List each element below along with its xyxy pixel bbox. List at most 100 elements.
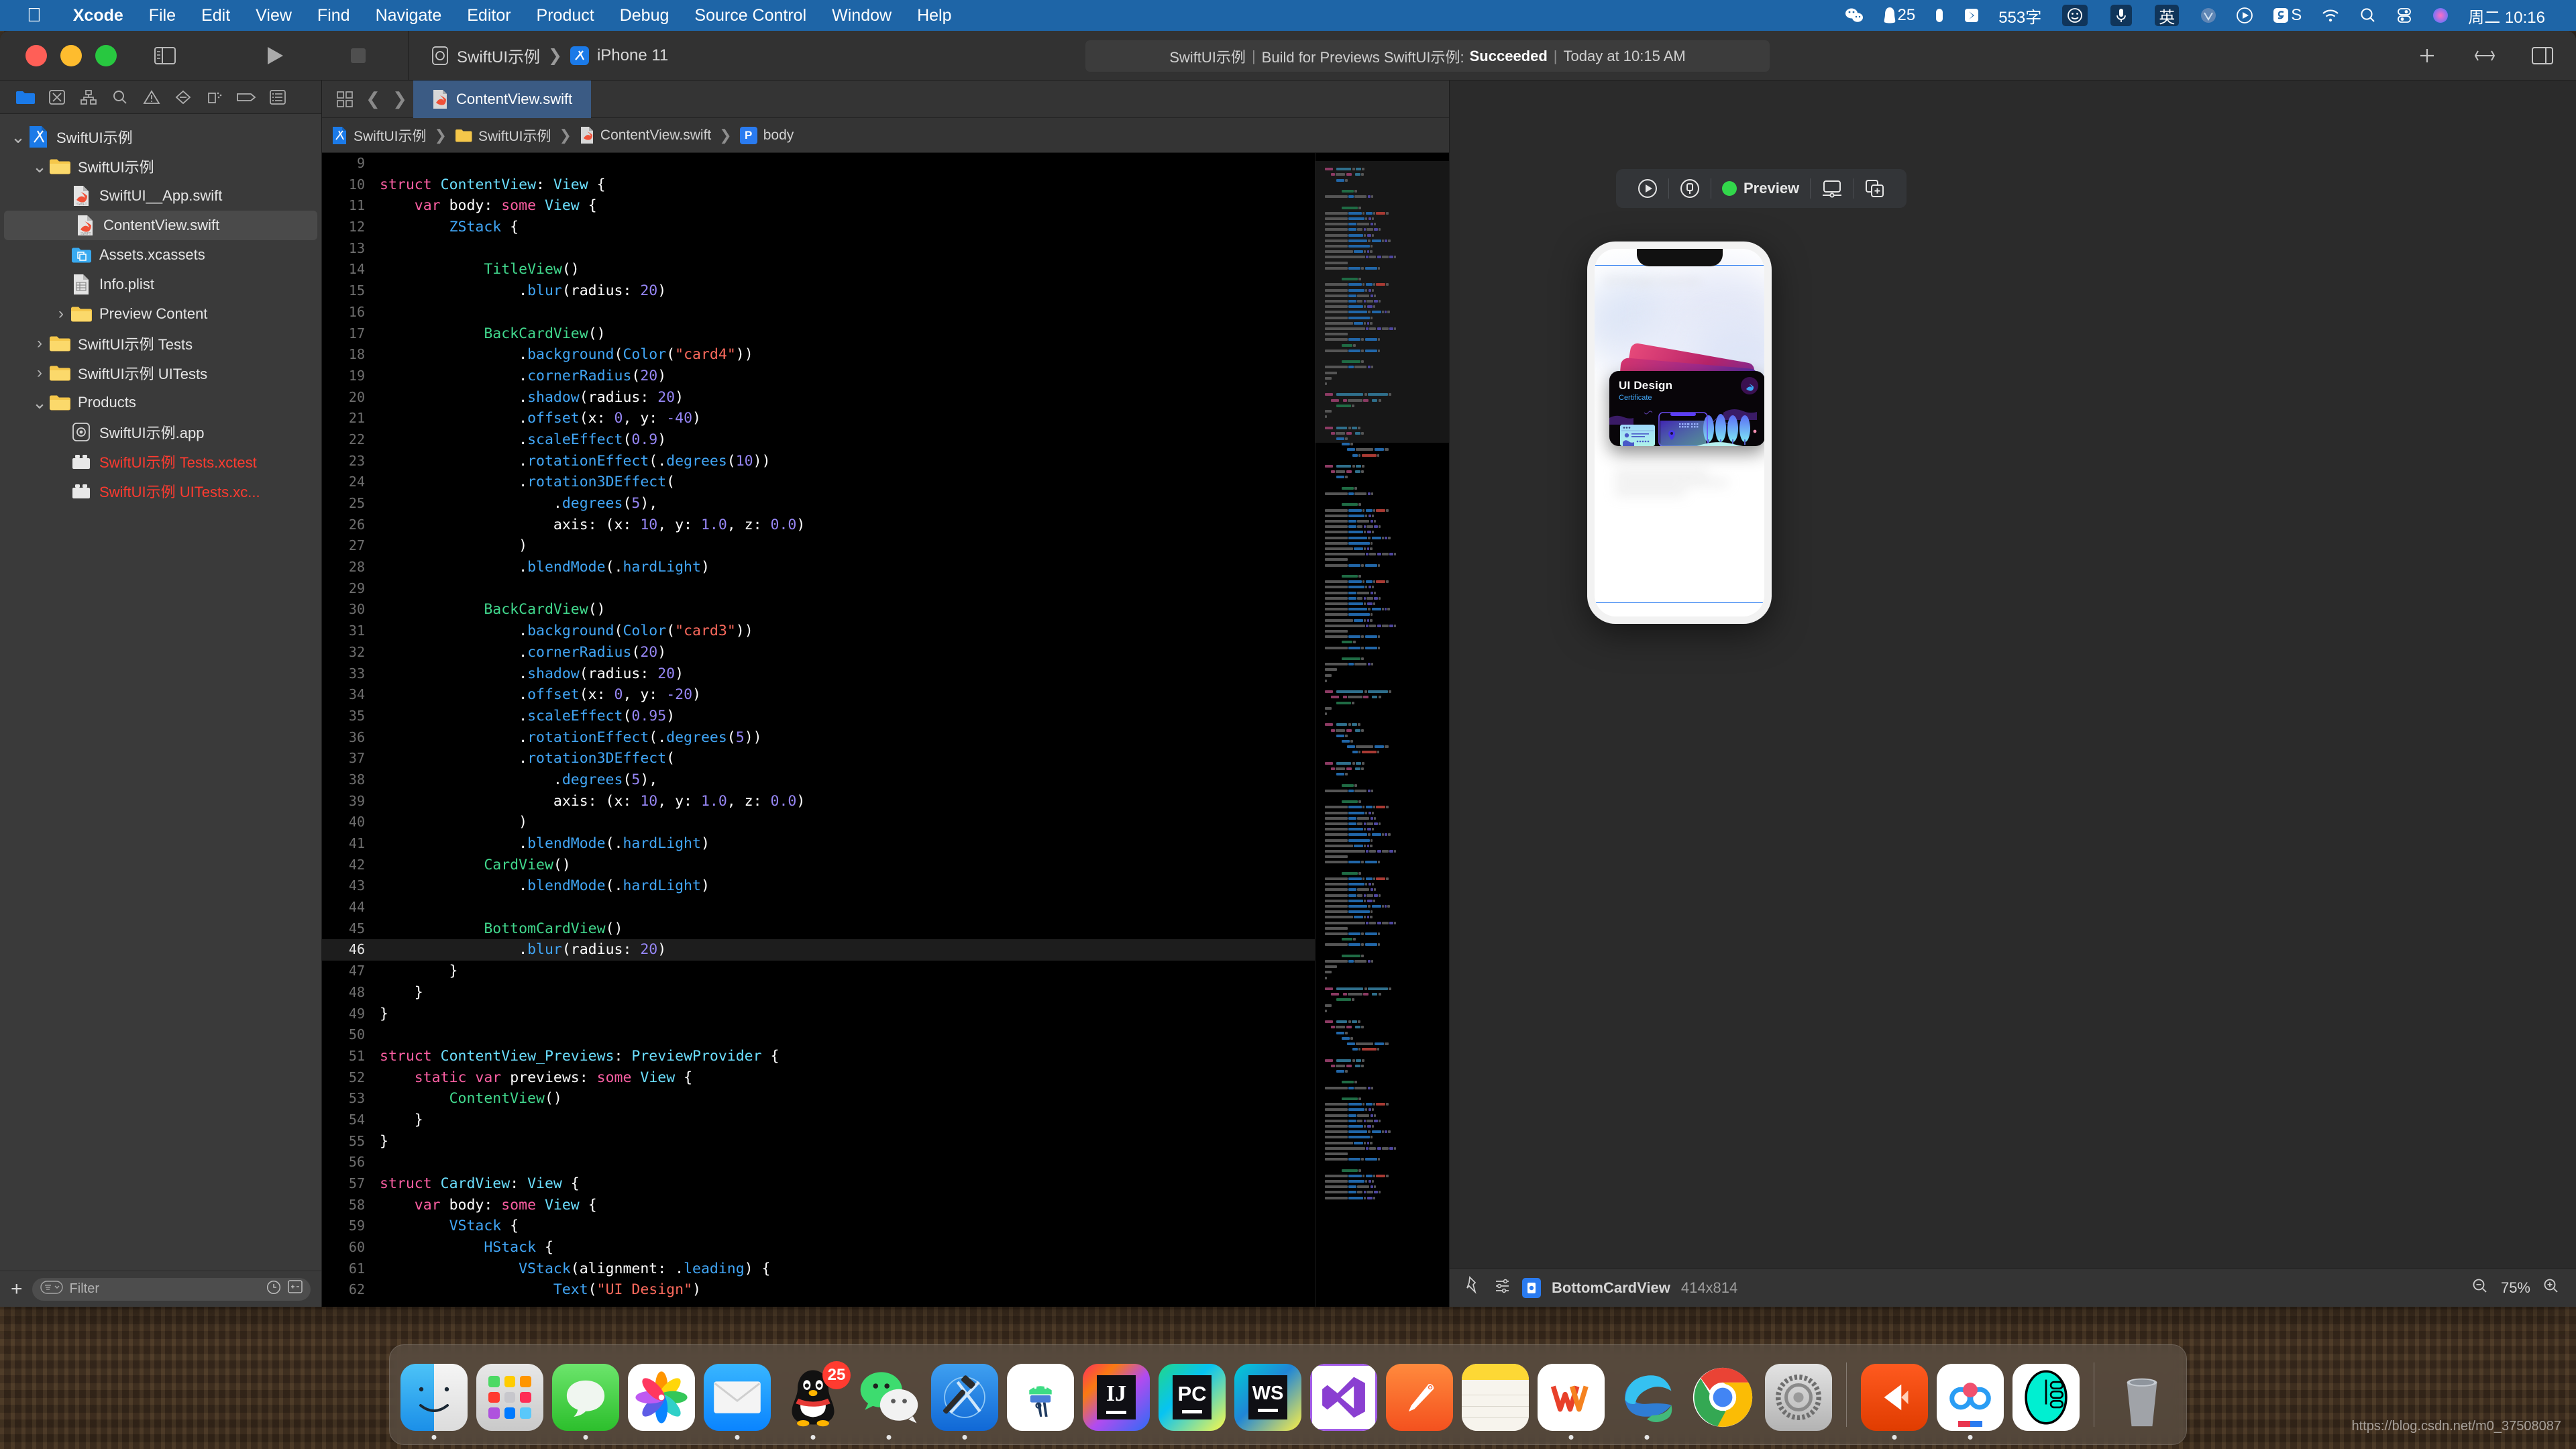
breadcrumb-item-3[interactable]: body xyxy=(763,127,794,144)
dock-item-wps-office[interactable] xyxy=(1538,1364,1605,1440)
code-line-17[interactable]: 17 BackCardView() xyxy=(322,323,1315,345)
tree-item-10[interactable]: SwiftUI示例.app xyxy=(0,417,321,447)
filter-dropdown-icon[interactable] xyxy=(40,1280,63,1298)
dock-item-pycharm[interactable]: PC xyxy=(1159,1364,1226,1431)
code-line-20[interactable]: 20 .shadow(radius: 20) xyxy=(322,387,1315,409)
code-line-9[interactable]: 9 xyxy=(322,153,1315,174)
tree-item-3[interactable]: SWIFT ContentView.swift xyxy=(4,211,317,240)
minimize-button[interactable] xyxy=(60,44,82,66)
add-editor-icon[interactable] xyxy=(2412,42,2442,69)
navigator-tab-breakpoint[interactable] xyxy=(230,84,262,111)
v2ray-icon[interactable] xyxy=(2190,7,2226,24)
code-line-19[interactable]: 19 .cornerRadius(20) xyxy=(322,366,1315,387)
code-line-50[interactable]: 50 xyxy=(322,1024,1315,1046)
menu-item-find[interactable]: Find xyxy=(305,6,363,25)
code-line-60[interactable]: 60 HStack { xyxy=(322,1237,1315,1258)
dock-item-sketch[interactable] xyxy=(1386,1364,1453,1431)
tree-item-8[interactable]: › SwiftUI示例 UITests xyxy=(0,358,321,388)
code-line-42[interactable]: 42 CardView() xyxy=(322,855,1315,876)
chevron-right-icon[interactable]: › xyxy=(31,364,48,382)
dock-item-logi-options[interactable] xyxy=(2012,1364,2080,1431)
dock-item-microsoft-edge[interactable] xyxy=(1613,1364,1680,1440)
code-line-21[interactable]: 21 .offset(x: 0, y: -40) xyxy=(322,408,1315,429)
toggle-canvas-icon[interactable] xyxy=(2470,42,2500,69)
code-line-54[interactable]: 54 } xyxy=(322,1110,1315,1131)
tree-item-2[interactable]: SWIFT SwiftUI__App.swift xyxy=(0,181,321,211)
maximize-button[interactable] xyxy=(95,44,117,66)
code-line-14[interactable]: 14 TitleView() xyxy=(322,259,1315,280)
code-line-47[interactable]: 47 } xyxy=(322,961,1315,982)
filter-input[interactable]: Filter xyxy=(32,1277,311,1301)
dock-item-launchpad[interactable] xyxy=(476,1364,543,1431)
editor-tab-contentview[interactable]: ContentView.swift xyxy=(413,80,592,118)
code-line-32[interactable]: 32 .cornerRadius(20) xyxy=(322,642,1315,663)
input-source-icon[interactable]: 英 xyxy=(2143,5,2190,27)
device-badge-icon[interactable] xyxy=(1522,1277,1541,1298)
menu-clock[interactable]: 周二 10:16 xyxy=(2459,4,2555,28)
code-line-53[interactable]: 53 ContentView() xyxy=(322,1088,1315,1110)
code-line-36[interactable]: 36 .rotationEffect(.degrees(5)) xyxy=(322,727,1315,749)
wechat-icon[interactable] xyxy=(1835,7,1874,24)
navigate-forward-button[interactable]: ❯ xyxy=(386,89,413,109)
code-line-40[interactable]: 40 ) xyxy=(322,812,1315,833)
siri-icon[interactable] xyxy=(2422,7,2459,24)
code-line-62[interactable]: 62 Text("UI Design") xyxy=(322,1279,1315,1301)
menu-item-view[interactable]: View xyxy=(243,6,305,25)
chevron-right-icon[interactable]: › xyxy=(31,334,48,353)
dock-item-visual-studio[interactable] xyxy=(1310,1364,1377,1431)
toggle-navigator-icon[interactable] xyxy=(150,42,180,69)
related-items-icon[interactable] xyxy=(330,85,360,114)
code-line-58[interactable]: 58 var body: some View { xyxy=(322,1195,1315,1216)
zoom-in-icon[interactable] xyxy=(2542,1277,2560,1299)
navigator-tab-find[interactable] xyxy=(104,84,136,111)
code-line-24[interactable]: 24 .rotation3DEffect( xyxy=(322,472,1315,493)
code-line-52[interactable]: 52 static var previews: some View { xyxy=(322,1067,1315,1089)
chevron-down-icon[interactable]: ⌄ xyxy=(31,392,48,413)
run-button[interactable] xyxy=(260,42,290,69)
microphone-icon[interactable] xyxy=(2099,5,2143,26)
code-line-25[interactable]: 25 .degrees(5), xyxy=(322,493,1315,515)
dock-item-system-preferences[interactable] xyxy=(1765,1364,1832,1431)
apple-logo-icon[interactable]:  xyxy=(27,5,42,25)
stop-button[interactable] xyxy=(343,42,373,69)
code-line-37[interactable]: 37 .rotation3DEffect( xyxy=(322,748,1315,769)
navigate-back-button[interactable]: ❮ xyxy=(360,89,386,109)
source-code[interactable]: 9 10 struct ContentView: View {11 var body… xyxy=(322,153,1315,1307)
sogou-icon[interactable]: S xyxy=(2263,6,2311,25)
dock-item-baidu-netdisk[interactable] xyxy=(1937,1364,2004,1440)
tree-item-5[interactable]: Info.plist xyxy=(0,270,321,299)
navigator-tab-report[interactable] xyxy=(262,84,293,111)
preview-play-button[interactable] xyxy=(1627,169,1668,208)
navigator-file-tree[interactable]: ⌄ SwiftUI示例 ⌄ SwiftUI示例 SWIFT SwiftUI__App.sw… xyxy=(0,114,321,1271)
dock-item-webstorm[interactable]: WS xyxy=(1234,1364,1301,1431)
code-line-49[interactable]: 49} xyxy=(322,1004,1315,1025)
tree-item-4[interactable]: Assets.xcassets xyxy=(0,240,321,270)
breadcrumb-item-2[interactable]: ContentView.swift xyxy=(600,127,711,144)
navigator-tab-debug[interactable] xyxy=(199,84,230,111)
code-line-26[interactable]: 26 axis: (x: 10, y: 1.0, z: 0.0) xyxy=(322,515,1315,536)
qq-icon[interactable]: 25 xyxy=(1874,6,1925,25)
chevron-down-icon[interactable]: ⌄ xyxy=(31,156,48,177)
code-line-41[interactable]: 41 .blendMode(.hardLight) xyxy=(322,833,1315,855)
code-line-44[interactable]: 44 xyxy=(322,897,1315,918)
navigator-tab-source-control[interactable] xyxy=(41,84,72,111)
close-button[interactable] xyxy=(25,44,47,66)
code-line-18[interactable]: 18 .background(Color("card4")) xyxy=(322,344,1315,366)
code-line-59[interactable]: 59 VStack { xyxy=(322,1216,1315,1237)
emoji-icon[interactable] xyxy=(2051,5,2099,26)
tree-item-6[interactable]: › Preview Content xyxy=(0,299,321,329)
dock-item-google-chrome[interactable] xyxy=(1689,1364,1756,1431)
code-line-15[interactable]: 15 .blur(radius: 20) xyxy=(322,280,1315,302)
iphone-preview-device[interactable]: UI Design Courses UI Design Certificate xyxy=(1587,241,1772,624)
breadcrumb-item-1[interactable]: SwiftUI示例 xyxy=(478,125,551,146)
preview-device-button[interactable] xyxy=(1669,169,1711,208)
code-line-34[interactable]: 34 .offset(x: 0, y: -20) xyxy=(322,684,1315,706)
code-line-11[interactable]: 11 var body: some View { xyxy=(322,195,1315,217)
code-line-31[interactable]: 31 .background(Color("card3")) xyxy=(322,621,1315,642)
menu-item-navigate[interactable]: Navigate xyxy=(363,6,455,25)
search-icon[interactable] xyxy=(2350,7,2386,24)
dock-item-app-19[interactable] xyxy=(1861,1364,1928,1440)
dock-item-wechat[interactable] xyxy=(855,1364,922,1440)
dock-item-qq[interactable]: 25 xyxy=(780,1361,851,1440)
chevron-right-icon[interactable]: › xyxy=(52,305,70,323)
